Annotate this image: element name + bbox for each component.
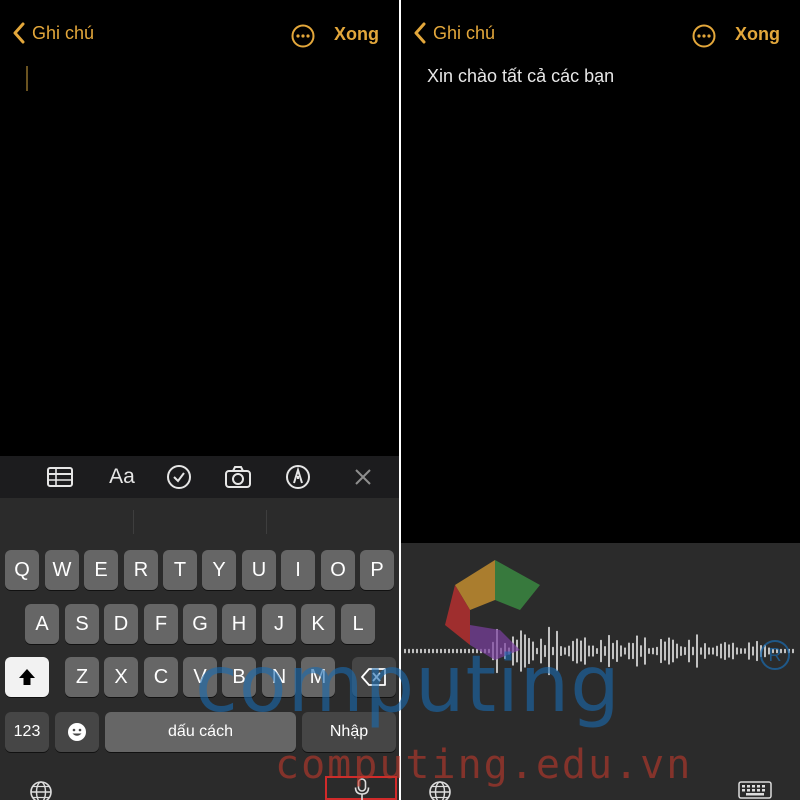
backspace-key[interactable] (352, 657, 396, 697)
key-w[interactable]: W (45, 550, 79, 590)
key-k[interactable]: K (301, 604, 335, 644)
back-label: Ghi chú (32, 22, 95, 43)
key-d[interactable]: D (104, 604, 138, 644)
emoji-key[interactable] (55, 712, 99, 752)
key-p[interactable]: P (360, 550, 394, 590)
key-q[interactable]: Q (5, 550, 39, 590)
key-f[interactable]: F (144, 604, 178, 644)
key-b[interactable]: B (222, 657, 256, 697)
key-x[interactable]: X (104, 657, 138, 697)
note-body-text[interactable]: Xin chào tất cả các bạn (427, 66, 614, 87)
suggestion-divider (133, 510, 134, 534)
close-icon[interactable] (348, 462, 378, 492)
key-e[interactable]: E (84, 550, 118, 590)
key-g[interactable]: G (183, 604, 217, 644)
shift-key[interactable] (5, 657, 49, 697)
format-text-icon[interactable]: Aa (106, 462, 138, 492)
key-r[interactable]: R (124, 550, 158, 590)
globe-icon[interactable] (28, 780, 54, 800)
suggestion-divider (266, 510, 267, 534)
key-l[interactable]: L (341, 604, 375, 644)
right-screen: Ghi chú Xong Xin chào tất cả các bạn (401, 0, 800, 800)
done-button[interactable]: Xong (334, 24, 379, 45)
key-v[interactable]: V (183, 657, 217, 697)
key-j[interactable]: J (262, 604, 296, 644)
key-i[interactable]: I (281, 550, 315, 590)
shift-arrow-icon (19, 669, 35, 685)
left-screen: Ghi chú Xong Aa Q W E R T Y U I O P A S … (0, 0, 399, 800)
key-t[interactable]: T (163, 550, 197, 590)
keyboard: Q W E R T Y U I O P A S D F G H J K L Z … (0, 498, 399, 800)
chevron-left-icon (13, 22, 25, 44)
key-a[interactable]: A (25, 604, 59, 644)
return-key[interactable]: Nhập (302, 712, 396, 752)
globe-icon[interactable] (427, 780, 453, 800)
emoji-icon (68, 723, 86, 741)
ellipsis-circle-icon[interactable] (692, 24, 716, 48)
microphone-icon[interactable] (352, 776, 372, 800)
key-m[interactable]: M (301, 657, 335, 697)
notes-toolbar: Aa (0, 456, 399, 498)
ellipsis-circle-icon[interactable] (291, 24, 315, 48)
key-c[interactable]: C (144, 657, 178, 697)
markup-icon[interactable] (283, 462, 313, 492)
nav-bar: Ghi chú Xong (0, 0, 399, 70)
dictation-panel (401, 543, 800, 800)
chevron-left-icon (414, 22, 426, 44)
dictation-waveform (404, 626, 794, 676)
space-key[interactable]: dấu cách (105, 712, 296, 752)
back-button[interactable]: Ghi chú (12, 22, 94, 44)
checklist-icon[interactable] (164, 462, 194, 492)
table-icon[interactable] (45, 462, 75, 492)
text-cursor (26, 66, 28, 91)
key-s[interactable]: S (65, 604, 99, 644)
back-button[interactable]: Ghi chú (413, 22, 495, 44)
key-h[interactable]: H (222, 604, 256, 644)
key-n[interactable]: N (262, 657, 296, 697)
key-y[interactable]: Y (202, 550, 236, 590)
key-z[interactable]: Z (65, 657, 99, 697)
key-u[interactable]: U (242, 550, 276, 590)
back-label: Ghi chú (433, 22, 496, 43)
done-button[interactable]: Xong (735, 24, 780, 45)
numbers-key[interactable]: 123 (5, 712, 49, 752)
backspace-icon (361, 668, 386, 686)
nav-bar: Ghi chú Xong (401, 0, 800, 70)
keyboard-icon[interactable] (738, 781, 772, 799)
key-o[interactable]: O (321, 550, 355, 590)
camera-icon[interactable] (223, 462, 253, 492)
